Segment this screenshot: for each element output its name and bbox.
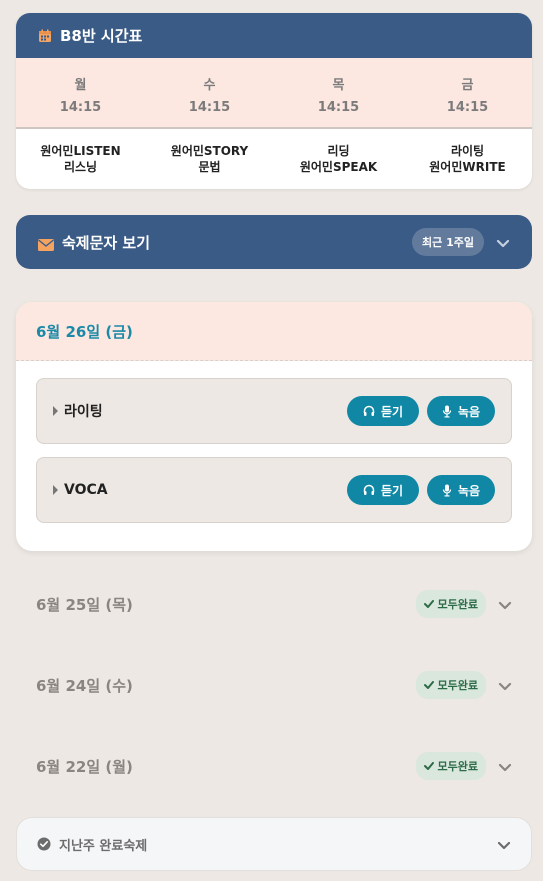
subject-line: 원어민SPEAK bbox=[299, 160, 378, 174]
homework-messages-toggle[interactable]: 숙제문자 보기 최근 1주일 bbox=[16, 215, 532, 269]
day-row-collapsed[interactable]: 6월 22일 (월) 모두완료 bbox=[16, 746, 532, 786]
day-time: 14:15 bbox=[317, 100, 360, 115]
caret-right-icon bbox=[53, 406, 58, 416]
day-label: 목 bbox=[332, 78, 345, 93]
chevron-down-icon[interactable] bbox=[496, 235, 510, 249]
homework-messages-title: 숙제문자 보기 bbox=[62, 233, 151, 252]
timetable-header: B8반 시간표 bbox=[16, 13, 532, 58]
check-icon bbox=[423, 681, 434, 689]
timetable-day-fri: 금 14:15 bbox=[403, 58, 532, 127]
listen-button[interactable]: 듣기 bbox=[347, 475, 419, 505]
timetable-card: B8반 시간표 월 14:15 수 14:15 목 14:15 금 14:15 … bbox=[16, 13, 532, 189]
subject-line: 원어민WRITE bbox=[429, 160, 506, 174]
chevron-down-icon[interactable] bbox=[498, 678, 512, 692]
subject-cell: 리딩 원어민SPEAK bbox=[274, 129, 403, 189]
subject-cell: 원어민LISTEN 리스닝 bbox=[16, 129, 145, 189]
day-date: 6월 22일 (월) bbox=[36, 757, 133, 776]
day-card-header[interactable]: 6월 26일 (금) bbox=[16, 302, 532, 361]
timetable-title: B8반 시간표 bbox=[60, 27, 143, 45]
timetable-day-mon: 월 14:15 bbox=[16, 58, 145, 127]
day-time: 14:15 bbox=[446, 100, 489, 115]
subject-cell: 원어민STORY 문법 bbox=[145, 129, 274, 189]
timetable-days-row: 월 14:15 수 14:15 목 14:15 금 14:15 bbox=[16, 58, 532, 129]
day-time: 14:15 bbox=[188, 100, 231, 115]
check-icon bbox=[423, 600, 434, 608]
check-icon bbox=[423, 762, 434, 770]
homework-name: VOCA bbox=[64, 482, 108, 498]
status-label: 모두완료 bbox=[437, 679, 478, 692]
timetable-day-wed: 수 14:15 bbox=[145, 58, 274, 127]
day-label: 월 bbox=[74, 78, 87, 93]
status-label: 모두완료 bbox=[437, 598, 478, 611]
record-label: 녹음 bbox=[457, 483, 481, 498]
day-date: 6월 26일 (금) bbox=[36, 322, 133, 341]
chevron-down-icon[interactable] bbox=[497, 837, 511, 851]
homework-name: 라이팅 bbox=[64, 404, 103, 420]
homework-item[interactable]: 라이팅 듣기 녹음 bbox=[36, 378, 512, 444]
subject-line: 원어민LISTEN bbox=[40, 144, 121, 158]
past-week-header: 지난주 완료숙제 bbox=[37, 835, 497, 854]
past-week-title: 지난주 완료숙제 bbox=[59, 838, 148, 854]
day-row-collapsed[interactable]: 6월 24일 (수) 모두완료 bbox=[16, 665, 532, 705]
recent-week-filter[interactable]: 최근 1주일 bbox=[412, 228, 484, 256]
microphone-icon bbox=[442, 484, 452, 496]
day-row-collapsed[interactable]: 6월 25일 (목) 모두완료 bbox=[16, 584, 532, 624]
listen-label: 듣기 bbox=[380, 483, 404, 498]
homework-item[interactable]: VOCA 듣기 녹음 bbox=[36, 457, 512, 523]
timetable-day-thu: 목 14:15 bbox=[274, 58, 403, 127]
caret-right-icon bbox=[53, 485, 58, 495]
subject-line: 라이팅 bbox=[450, 144, 485, 158]
day-label: 금 bbox=[461, 78, 474, 93]
subject-cell: 라이팅 원어민WRITE bbox=[403, 129, 532, 189]
record-button[interactable]: 녹음 bbox=[427, 475, 495, 505]
chevron-down-icon[interactable] bbox=[498, 597, 512, 611]
day-date: 6월 25일 (목) bbox=[36, 595, 133, 614]
listen-label: 듣기 bbox=[380, 404, 404, 419]
microphone-icon bbox=[442, 405, 452, 417]
all-complete-badge: 모두완료 bbox=[415, 590, 486, 618]
subject-line: 원어민STORY bbox=[170, 144, 249, 158]
headphones-icon bbox=[363, 484, 375, 495]
status-label: 모두완료 bbox=[437, 760, 478, 773]
calendar-icon bbox=[38, 29, 52, 43]
day-label: 수 bbox=[203, 78, 216, 93]
all-complete-badge: 모두완료 bbox=[415, 671, 486, 699]
chevron-down-icon[interactable] bbox=[498, 759, 512, 773]
subject-line: 문법 bbox=[198, 160, 221, 174]
check-circle-icon bbox=[37, 837, 51, 851]
headphones-icon bbox=[363, 405, 375, 416]
envelope-icon bbox=[38, 236, 54, 251]
day-card-expanded: 6월 26일 (금) 라이팅 듣기 녹음 VOCA 듣기 녹음 bbox=[16, 302, 532, 551]
day-date: 6월 24일 (수) bbox=[36, 676, 133, 695]
record-button[interactable]: 녹음 bbox=[427, 396, 495, 426]
timetable-subjects-row: 원어민LISTEN 리스닝 원어민STORY 문법 리딩 원어민SPEAK 라이… bbox=[16, 129, 532, 189]
listen-button[interactable]: 듣기 bbox=[347, 396, 419, 426]
record-label: 녹음 bbox=[457, 404, 481, 419]
day-time: 14:15 bbox=[59, 100, 102, 115]
all-complete-badge: 모두완료 bbox=[415, 752, 486, 780]
subject-line: 리딩 bbox=[327, 144, 350, 158]
past-week-completed-toggle[interactable]: 지난주 완료숙제 bbox=[16, 817, 532, 871]
subject-line: 리스닝 bbox=[63, 160, 98, 174]
